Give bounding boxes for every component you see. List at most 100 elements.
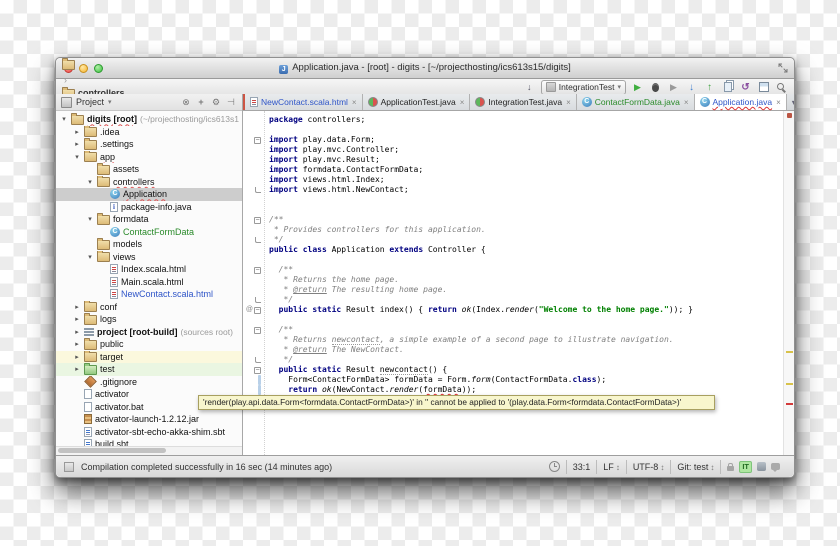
- fold-open-icon[interactable]: −: [254, 306, 261, 314]
- chevron-right-icon[interactable]: ▸: [73, 340, 81, 348]
- chevron-down-icon[interactable]: ▾: [86, 253, 94, 261]
- tree-item[interactable]: ▸ project [root-build] (sources root): [56, 326, 242, 339]
- code-line[interactable]: −/**: [243, 215, 784, 225]
- tab-close-icon[interactable]: ×: [566, 98, 571, 107]
- tab-close-icon[interactable]: ×: [776, 98, 781, 107]
- tree-item[interactable]: ▾ controllers: [56, 175, 242, 189]
- tab-close-icon[interactable]: ×: [460, 98, 465, 107]
- sort-icon[interactable]: [523, 81, 536, 94]
- editor-tab[interactable]: ContactFormData.java ×: [576, 94, 695, 110]
- tree-item[interactable]: ▸ target: [56, 350, 242, 363]
- error-indicator-icon[interactable]: [787, 113, 792, 118]
- tree-item[interactable]: models: [56, 238, 242, 251]
- code-line[interactable]: return ok(NewContact.render(formData));: [243, 385, 784, 395]
- code-line[interactable]: [243, 125, 784, 135]
- code-line[interactable]: */: [243, 295, 784, 305]
- run-icon[interactable]: [631, 81, 644, 94]
- zoom-button[interactable]: [94, 63, 103, 73]
- code-line[interactable]: − /**: [243, 265, 784, 275]
- tree-item[interactable]: .gitignore: [56, 375, 242, 388]
- code-line[interactable]: import views.html.NewContact;: [243, 185, 784, 195]
- chevron-down-icon[interactable]: ▾: [86, 178, 94, 186]
- hector-inspector-icon[interactable]: [757, 462, 766, 471]
- code-line[interactable]: @ − public static Result index() { return…: [243, 305, 784, 315]
- fold-end-icon[interactable]: [255, 237, 261, 243]
- notification-bubble-icon[interactable]: [771, 463, 780, 472]
- chevron-right-icon[interactable]: ▸: [73, 365, 81, 373]
- fold-end-icon[interactable]: [255, 357, 261, 363]
- rollback-icon[interactable]: [739, 81, 752, 94]
- tree-item[interactable]: ▸ .idea: [56, 125, 242, 139]
- event-log-widget[interactable]: [543, 460, 566, 474]
- code-line[interactable]: import play.mvc.Result;: [243, 155, 784, 165]
- code-line[interactable]: import formdata.ContactFormData;: [243, 165, 784, 175]
- warning-stripe-mark[interactable]: [786, 383, 793, 385]
- locate-icon[interactable]: [180, 96, 192, 108]
- tree-item[interactable]: ▸ test: [56, 363, 242, 376]
- code-line[interactable]: [243, 195, 784, 205]
- encoding-widget[interactable]: UTF-8: [625, 459, 671, 474]
- tree-item[interactable]: ▾ app: [56, 150, 242, 164]
- fold-end-icon[interactable]: [255, 297, 261, 303]
- tree-item[interactable]: Index.scala.html: [56, 263, 242, 276]
- code-line[interactable]: − import play.data.Form;: [243, 135, 784, 145]
- code-line[interactable]: − /**: [243, 325, 784, 335]
- chevron-right-icon[interactable]: ▸: [73, 353, 81, 361]
- code-line[interactable]: Form<ContactFormData> formData = Form.fo…: [243, 375, 784, 385]
- error-stripe-mark[interactable]: [786, 403, 793, 405]
- tab-close-icon[interactable]: ×: [684, 98, 689, 107]
- chevron-right-icon[interactable]: ▸: [73, 315, 81, 323]
- tree-item[interactable]: activator-sbt-echo-akka-shim.sbt: [56, 426, 242, 439]
- tab-list-dropdown-icon[interactable]: [787, 94, 794, 110]
- chevron-down-icon[interactable]: ▾: [86, 215, 94, 223]
- fold-open-icon[interactable]: −: [254, 136, 261, 144]
- structure-icon[interactable]: [757, 81, 770, 94]
- run-config-badge[interactable]: IT: [739, 460, 752, 473]
- tree-item[interactable]: Main.scala.html: [56, 276, 242, 289]
- scrollbar-error-stripe[interactable]: [783, 111, 794, 455]
- collapse-icon[interactable]: [195, 96, 207, 108]
- code-line[interactable]: − public static Result newcontact() {: [243, 365, 784, 375]
- code-line[interactable]: public class Application extends Control…: [243, 245, 784, 255]
- caret-position-widget[interactable]: 33:1: [565, 459, 597, 474]
- vcs-update-icon[interactable]: [685, 81, 698, 94]
- code-line[interactable]: [243, 205, 784, 215]
- code-line[interactable]: * @return The resulting home page.: [243, 285, 784, 295]
- code-line[interactable]: import views.html.Index;: [243, 175, 784, 185]
- vcs-commit-icon[interactable]: [703, 81, 716, 94]
- lock-icon[interactable]: [727, 462, 735, 471]
- warning-stripe-mark[interactable]: [786, 351, 793, 353]
- search-icon[interactable]: [775, 81, 788, 94]
- fold-open-icon[interactable]: −: [254, 266, 261, 274]
- code-line[interactable]: package controllers;: [243, 115, 784, 125]
- editor-tab[interactable]: ApplicationTest.java ×: [362, 94, 471, 110]
- code-line[interactable]: */: [243, 235, 784, 245]
- code-line[interactable]: */: [243, 355, 784, 365]
- chevron-down-icon[interactable]: ▾: [73, 153, 81, 161]
- editor-tab[interactable]: NewContact.scala.html ×: [245, 94, 363, 110]
- code-line[interactable]: * @return The NewContact.: [243, 345, 784, 355]
- chevron-right-icon[interactable]: ▸: [73, 328, 81, 336]
- fold-open-icon[interactable]: −: [254, 216, 261, 224]
- tree-item[interactable]: assets: [56, 163, 242, 176]
- tree-item[interactable]: ▸ conf: [56, 300, 242, 314]
- fold-open-icon[interactable]: −: [254, 326, 261, 334]
- coverage-icon[interactable]: [667, 81, 680, 94]
- code-line[interactable]: import play.mvc.Controller;: [243, 145, 784, 155]
- hide-icon[interactable]: [225, 96, 237, 108]
- code-line[interactable]: * Provides controllers for this applicat…: [243, 225, 784, 235]
- editor-tab[interactable]: IntegrationTest.java ×: [470, 94, 577, 110]
- tree-item[interactable]: activator-launch-1.2.12.jar: [56, 413, 242, 426]
- code-line[interactable]: [243, 255, 784, 265]
- editor-tab[interactable]: Application.java×: [694, 94, 787, 110]
- toolwindow-toggle-icon[interactable]: [64, 461, 74, 472]
- diff-icon[interactable]: [721, 81, 734, 94]
- chevron-right-icon[interactable]: ▸: [73, 140, 81, 148]
- tab-close-icon[interactable]: ×: [352, 98, 357, 107]
- title-bar[interactable]: Application.java - [root] - digits - [~/…: [56, 58, 794, 79]
- horizontal-scrollbar[interactable]: [56, 446, 242, 455]
- chevron-right-icon[interactable]: ▸: [73, 303, 81, 311]
- code-line[interactable]: [243, 315, 784, 325]
- vcs-branch-widget[interactable]: Git: test: [670, 459, 720, 474]
- fold-open-icon[interactable]: −: [254, 366, 261, 374]
